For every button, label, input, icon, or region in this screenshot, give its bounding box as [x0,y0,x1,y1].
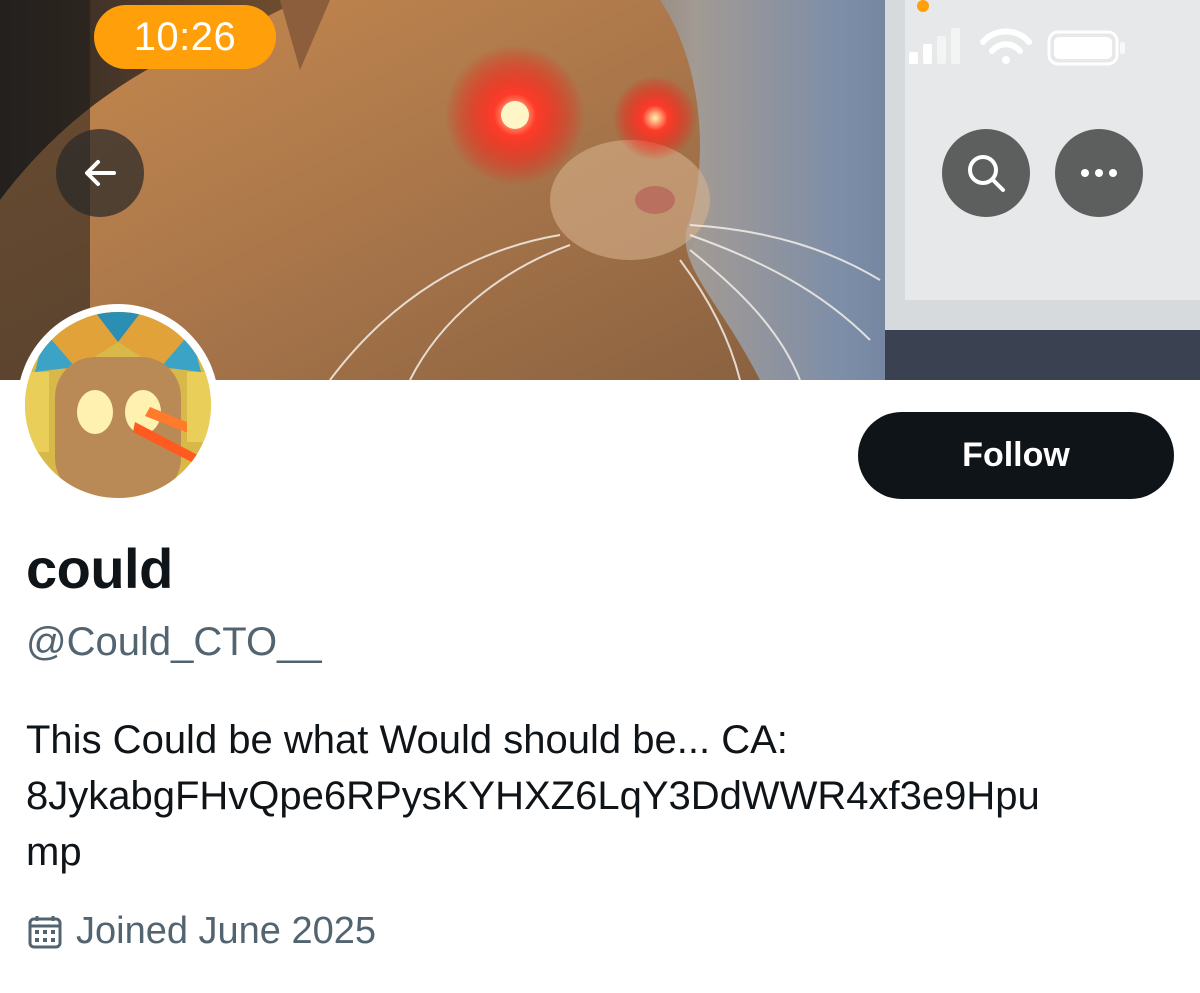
back-button[interactable] [56,129,144,217]
display-name: could [26,537,173,600]
calendar-icon [28,915,62,948]
bio-line: 8JykabgFHvQpe6RPysKYHXZ6LqY3DdWWR4xf3e9H… [26,774,1040,818]
search-icon [968,155,1005,192]
more-options-button[interactable] [1055,129,1143,217]
joined-text: Joined June 2025 [76,910,377,952]
back-arrow-icon [85,160,116,186]
search-button[interactable] [942,129,1030,217]
status-icons [909,28,1125,66]
avatar-image [25,312,211,498]
avatar[interactable] [17,304,219,506]
bio: This Could be what Would should be... CA… [26,712,1176,880]
follow-button[interactable]: Follow [858,412,1174,499]
battery-icon [1047,30,1125,66]
bio-line: mp [26,830,82,874]
wifi-icon [980,28,1032,64]
handle: @Could_CTO__ [26,620,322,664]
signal-icon [909,28,960,64]
joined-date: Joined June 2025 [26,910,376,953]
privacy-indicator-dot [917,0,929,12]
more-icon [1081,169,1117,177]
status-time: 10:26 [94,5,276,69]
bio-line: This Could be what Would should be... CA… [26,718,788,762]
